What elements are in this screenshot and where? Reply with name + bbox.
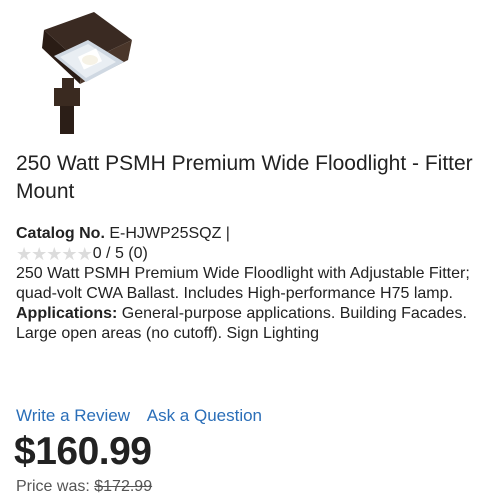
- was-price: Price was: $172.99: [16, 477, 152, 497]
- current-price: $160.99: [14, 430, 152, 473]
- catalog-label: Catalog No.: [16, 225, 105, 242]
- star-icon: ★: [46, 244, 62, 264]
- applications-label: Applications:: [16, 305, 118, 322]
- rating-text: 0 / 5 (0): [92, 245, 148, 262]
- rating-stars: ★ ★ ★ ★ ★: [16, 244, 93, 264]
- review-links: Write a Review Ask a Question: [16, 405, 262, 427]
- catalog-value: E-HJWP25SQZ |: [109, 225, 230, 242]
- rating[interactable]: ★ ★ ★ ★ ★ 0 / 5 (0): [16, 244, 486, 264]
- star-icon: ★: [16, 244, 32, 264]
- was-price-value: $172.99: [94, 478, 153, 495]
- product-details: Catalog No. E-HJWP25SQZ | ★ ★ ★ ★ ★ 0 / …: [16, 224, 486, 344]
- write-review-link[interactable]: Write a Review: [16, 406, 130, 425]
- ask-question-link[interactable]: Ask a Question: [147, 406, 262, 425]
- product-description: 250 Watt PSMH Premium Wide Floodlight wi…: [16, 265, 470, 302]
- floodlight-product-image: [42, 12, 132, 134]
- product-applications: Applications: General-purpose applicatio…: [16, 304, 486, 344]
- product-page: 250 Watt PSMH Premium Wide Floodlight - …: [0, 0, 493, 500]
- catalog-number: Catalog No. E-HJWP25SQZ |: [16, 224, 486, 244]
- star-icon: ★: [31, 244, 47, 264]
- was-price-label: Price was:: [16, 478, 90, 495]
- star-icon: ★: [61, 244, 77, 264]
- product-title: 250 Watt PSMH Premium Wide Floodlight - …: [16, 152, 473, 203]
- star-icon: ★: [76, 244, 93, 264]
